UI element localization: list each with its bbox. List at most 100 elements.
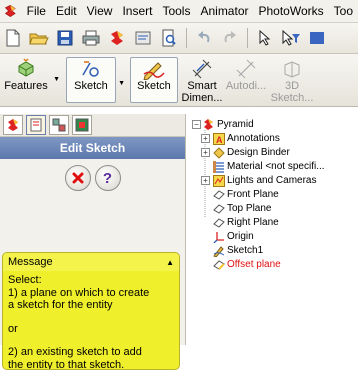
feature-manager-tab[interactable] xyxy=(3,115,23,135)
tree-item-lights-cameras[interactable]: Lights and Cameras xyxy=(212,174,317,187)
plane-icon xyxy=(212,258,225,271)
sketch-label: Sketch xyxy=(137,80,171,92)
tree-item-sketch1[interactable]: Sketch1 xyxy=(212,244,263,257)
print-icon xyxy=(82,30,100,46)
sketch-button[interactable]: Sketch xyxy=(130,57,178,103)
message-line: 1) a plane on which to create xyxy=(8,287,174,300)
3d-sketch-label-2: Sketch... xyxy=(271,92,314,104)
smart-dimension-button[interactable]: Smart Dimen... xyxy=(182,54,222,104)
menu-toolbox[interactable]: Too xyxy=(329,4,358,18)
tree-item-front-plane[interactable]: Front Plane xyxy=(212,188,279,201)
tree-item-design-binder[interactable]: Design Binder xyxy=(212,146,290,159)
menu-animator[interactable]: Animator xyxy=(195,4,253,18)
feature-manager-tree: − Pyramid + A Annotations + Design Binde… xyxy=(192,118,358,345)
expand-icon[interactable]: + xyxy=(201,176,210,185)
tree-item-label: Top Plane xyxy=(227,203,271,214)
options-button[interactable] xyxy=(132,27,154,49)
tree-item-annotations[interactable]: A Annotations xyxy=(212,132,280,145)
sketch-tab-icon xyxy=(80,58,102,80)
message-header[interactable]: Message ▲ xyxy=(3,253,179,271)
tree-item-label: Sketch1 xyxy=(227,245,263,256)
solidworks-logo-icon[interactable] xyxy=(3,2,18,20)
tree-item-offset-plane[interactable]: Offset plane xyxy=(212,258,281,271)
select-button[interactable] xyxy=(254,27,276,49)
panel-tabs xyxy=(0,114,185,137)
undo-icon xyxy=(195,30,213,46)
features-icon xyxy=(15,58,37,80)
message-spacer xyxy=(8,312,174,323)
save-icon xyxy=(57,30,73,46)
menu-edit[interactable]: Edit xyxy=(51,4,82,18)
close-icon xyxy=(71,171,85,185)
chevron-down-icon[interactable]: ▼ xyxy=(118,80,125,87)
menu-photoworks[interactable]: PhotoWorks xyxy=(254,4,329,18)
message-line: 2) an existing sketch to add xyxy=(8,346,174,359)
undo-button[interactable] xyxy=(193,27,215,49)
dimxpert-icon xyxy=(75,118,89,132)
message-spacer xyxy=(8,335,174,346)
cancel-button[interactable] xyxy=(65,165,91,191)
solidworks-resources-button[interactable] xyxy=(106,27,128,49)
new-document-button[interactable] xyxy=(2,27,24,49)
tree-item-label: Right Plane xyxy=(227,217,279,228)
sketch-tab-label: Sketch xyxy=(74,80,108,92)
rebuild-icon xyxy=(309,30,325,46)
panel-action-row: ? xyxy=(0,159,185,195)
sketch-tab-button[interactable]: Sketch ▼ xyxy=(66,57,116,103)
expand-icon[interactable]: + xyxy=(201,148,210,157)
toolbar-separator xyxy=(247,28,248,48)
origin-icon xyxy=(212,230,225,243)
print-button[interactable] xyxy=(80,27,102,49)
message-box: Message ▲ Select: 1) a plane on which to… xyxy=(2,252,180,370)
svg-text:A: A xyxy=(216,135,223,145)
features-tab-button[interactable]: Features ▼ xyxy=(0,54,52,92)
dimxpert-manager-tab[interactable] xyxy=(72,115,92,135)
expand-icon[interactable]: + xyxy=(201,134,210,143)
tree-item-label: Annotations xyxy=(227,133,280,144)
3d-sketch-button[interactable]: 3D Sketch... xyxy=(272,54,312,104)
configuration-manager-tab[interactable] xyxy=(49,115,69,135)
property-manager-tab[interactable] xyxy=(26,115,46,135)
collapse-icon[interactable]: − xyxy=(192,120,201,129)
resources-icon xyxy=(108,29,126,47)
tree-item-label: Offset plane xyxy=(227,259,281,270)
select-filter-button[interactable] xyxy=(280,27,302,49)
open-button[interactable] xyxy=(28,27,50,49)
print-preview-button[interactable] xyxy=(158,27,180,49)
collapse-up-icon[interactable]: ▲ xyxy=(166,258,174,267)
menu-view[interactable]: View xyxy=(82,4,118,18)
configuration-icon xyxy=(52,118,66,132)
plane-icon xyxy=(212,188,225,201)
autodimension-icon xyxy=(235,58,257,80)
menu-file[interactable]: File xyxy=(22,4,51,18)
lights-cameras-icon xyxy=(212,174,225,187)
chevron-down-icon[interactable]: ▼ xyxy=(53,76,60,83)
tree-item-material[interactable]: Material <not specifi... xyxy=(212,160,325,173)
tree-item-top-plane[interactable]: Top Plane xyxy=(212,202,271,215)
tree-root-label: Pyramid xyxy=(217,119,254,130)
tree-item-label: Origin xyxy=(227,231,254,242)
rebuild-button[interactable] xyxy=(306,27,328,49)
autodimension-label: Autodi... xyxy=(226,80,266,92)
property-manager-icon xyxy=(29,118,43,132)
message-header-label: Message xyxy=(8,256,53,268)
tree-item-right-plane[interactable]: Right Plane xyxy=(212,216,279,229)
save-button[interactable] xyxy=(54,27,76,49)
menu-tools[interactable]: Tools xyxy=(157,4,195,18)
annotations-icon: A xyxy=(212,132,225,145)
help-button[interactable]: ? xyxy=(95,165,121,191)
smart-dimension-icon xyxy=(191,58,213,80)
menu-bar: File Edit View Insert Tools Animator Pho… xyxy=(0,0,358,23)
smart-dimension-label-1: Smart xyxy=(187,80,216,92)
autodimension-button[interactable]: Autodi... xyxy=(226,54,266,92)
3d-sketch-icon xyxy=(281,58,303,80)
options-icon xyxy=(134,30,152,46)
tree-root-pyramid[interactable]: Pyramid xyxy=(202,118,254,131)
smart-dimension-label-2: Dimen... xyxy=(182,92,223,104)
menu-insert[interactable]: Insert xyxy=(117,4,157,18)
tree-item-origin[interactable]: Origin xyxy=(212,230,254,243)
redo-icon xyxy=(221,30,239,46)
redo-button[interactable] xyxy=(219,27,241,49)
message-line: a sketch for the entity xyxy=(8,299,174,312)
design-binder-icon xyxy=(212,146,225,159)
